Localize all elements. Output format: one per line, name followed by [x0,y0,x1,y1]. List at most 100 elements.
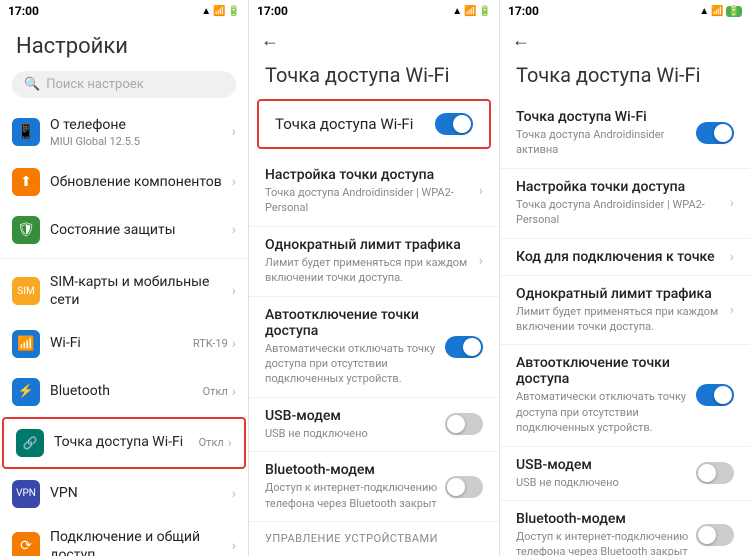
detail-usb-toggle[interactable] [696,462,734,484]
wifi-chevron: › [232,336,236,352]
hotspot-usb-modem[interactable]: USB-модем USB не подключено [249,398,499,452]
settings-item-about[interactable]: 📱 О телефоне MIUI Global 12.5.5 › [0,106,248,158]
settings-title: Настройки [0,22,248,67]
auto-off-toggle[interactable] [445,336,483,358]
sim-icon: SIM [12,277,40,305]
bt-modem-title: Bluetooth-модем [265,462,445,478]
detail-auto-off-toggle[interactable] [696,384,734,406]
search-icon: 🔍 [24,77,40,92]
detail-auto-off-title: Автоотключение точки доступа [516,355,696,387]
settings-item-security[interactable]: 🛡 Состояние защиты › [0,206,248,254]
search-input[interactable]: Поиск настроек [46,77,144,92]
settings-item-sim[interactable]: SIM SIM-карты и мобильные сети › [0,263,248,319]
detail-ap-settings[interactable]: Настройка точки доступа Точка доступа An… [500,169,750,239]
security-chevron: › [232,222,236,238]
sharing-chevron: › [232,538,236,554]
detail-ap-settings-subtitle: Точка доступа Androidinsider | WPA2-Pers… [516,197,730,228]
search-bar[interactable]: 🔍 Поиск настроек [12,71,236,98]
hotspot-chevron: › [228,435,232,451]
bluetooth-title: Bluetooth [50,382,203,400]
section-label-mid: УПРАВЛЕНИЕ УСТРОЙСТВАМИ [249,522,499,549]
hotspot-bt-modem[interactable]: Bluetooth-модем Доступ к интернет-подклю… [249,452,499,522]
detail-sub-list: Точка доступа Wi-Fi Точка доступа Androi… [500,99,750,556]
one-time-subtitle: Лимит будет применяться при каждом включ… [265,255,479,286]
wifi-badge: RTK-19 [193,337,228,350]
about-subtitle: MIUI Global 12.5.5 [50,135,232,148]
hotspot-back-header: ← [249,22,499,59]
auto-off-title: Автоотключение точки доступа [265,307,445,339]
about-chevron: › [232,124,236,140]
usb-title: USB-модем [265,408,445,424]
sim-title: SIM-карты и мобильные сети [50,273,232,309]
settings-item-sharing[interactable]: ⟳ Подключение и общий доступ › [0,518,248,556]
detail-usb-title: USB-модем [516,457,696,473]
hotspot-panel: 17:00 ▲ 📶 🔋 ← Точка доступа Wi-Fi Точка … [249,0,500,556]
detail-one-time-chevron: › [730,302,734,318]
detail-panel-title: Точка доступа Wi-Fi [500,59,750,99]
status-icons-mid: ▲ 📶 🔋 [452,6,491,17]
security-title: Состояние защиты [50,221,232,239]
detail-bt-modem[interactable]: Bluetooth-модем Доступ к интернет-подклю… [500,501,750,556]
vpn-chevron: › [232,486,236,502]
bluetooth-badge: Откл [203,385,228,398]
hotspot-back-button[interactable]: ← [261,30,279,51]
hotspot-icon: 🔗 [16,429,44,457]
detail-qr[interactable]: Код для подключения к точке › [500,239,750,276]
detail-ap-settings-title: Настройка точки доступа [516,179,730,195]
security-icon: 🛡 [12,216,40,244]
settings-item-hotspot[interactable]: 🔗 Точка доступа Wi-Fi Откл › [2,417,246,469]
detail-bt-modem-toggle[interactable] [696,524,734,546]
detail-ap-main[interactable]: Точка доступа Wi-Fi Точка доступа Androi… [500,99,750,169]
about-title: О телефоне [50,116,232,134]
settings-item-wifi[interactable]: 📶 Wi-Fi RTK-19 › [0,320,248,368]
settings-list: 📱 О телефоне MIUI Global 12.5.5 › ⬆ Обно… [0,106,248,556]
detail-auto-off[interactable]: Автоотключение точки доступа Автоматичес… [500,345,750,446]
detail-one-time-subtitle: Лимит будет применяться при каждом включ… [516,304,730,335]
hotspot-panel-title: Точка доступа Wi-Fi [249,59,499,99]
hotspot-auto-off[interactable]: Автоотключение точки доступа Автоматичес… [249,297,499,398]
hotspot-toggle-row[interactable]: Точка доступа Wi-Fi [257,99,491,149]
divider-1 [0,258,248,259]
settings-item-update[interactable]: ⬆ Обновление компонентов › [0,158,248,206]
hotspot-toggle-label: Точка доступа Wi-Fi [275,115,413,133]
detail-back-header: ← [500,22,750,59]
time-left: 17:00 [8,4,39,18]
status-bar-left: 17:00 ▲ 📶 🔋 [0,0,248,22]
detail-qr-title: Код для подключения к точке [516,249,730,265]
settings-panel: 17:00 ▲ 📶 🔋 Настройки 🔍 Поиск настроек 📱… [0,0,249,556]
settings-item-vpn[interactable]: VPN VPN › [0,470,248,518]
detail-usb-subtitle: USB не подключено [516,475,696,490]
settings-item-bluetooth[interactable]: ⚡ Bluetooth Откл › [0,368,248,416]
detail-ap-toggle[interactable] [696,122,734,144]
update-title: Обновление компонентов [50,173,232,191]
hotspot-one-time[interactable]: Однократный лимит трафика Лимит будет пр… [249,227,499,297]
hotspot-sub-list: Настройка точки доступа Точка доступа An… [249,157,499,556]
ap-settings-title: Настройка точки доступа [265,167,479,183]
hotspot-toggle-switch[interactable] [435,113,473,135]
bt-modem-subtitle: Доступ к интернет-подключению телефона ч… [265,480,445,511]
usb-toggle[interactable] [445,413,483,435]
detail-one-time[interactable]: Однократный лимит трафика Лимит будет пр… [500,276,750,346]
hotspot-connected[interactable]: Подключенные устройства Просмотр подключ… [249,549,499,556]
status-bar-mid: 17:00 ▲ 📶 🔋 [249,0,499,22]
detail-bt-modem-subtitle: Доступ к интернет-подключению телефона ч… [516,529,696,556]
hotspot-ap-settings[interactable]: Настройка точки доступа Точка доступа An… [249,157,499,227]
sharing-title: Подключение и общий доступ [50,528,232,556]
hotspot-badge: Откл [199,436,224,449]
about-icon: 📱 [12,118,40,146]
status-bar-right: 17:00 ▲ 📶 🔋 [500,0,750,22]
wifi-title: Wi-Fi [50,334,193,352]
detail-usb[interactable]: USB-модем USB не подключено [500,447,750,501]
auto-off-subtitle: Автоматически отключать точку доступа пр… [265,341,445,387]
sharing-icon: ⟳ [12,532,40,556]
usb-subtitle: USB не подключено [265,426,445,441]
hotspot-title: Точка доступа Wi-Fi [54,433,199,451]
sim-chevron: › [232,283,236,299]
one-time-chevron: › [479,253,483,269]
wifi-icon: 📶 [12,330,40,358]
status-icons-right: ▲ 📶 🔋 [699,6,742,17]
detail-back-button[interactable]: ← [512,30,530,51]
ap-settings-subtitle: Точка доступа Androidinsider | WPA2-Pers… [265,185,479,216]
time-right: 17:00 [508,4,539,18]
bt-modem-toggle[interactable] [445,476,483,498]
